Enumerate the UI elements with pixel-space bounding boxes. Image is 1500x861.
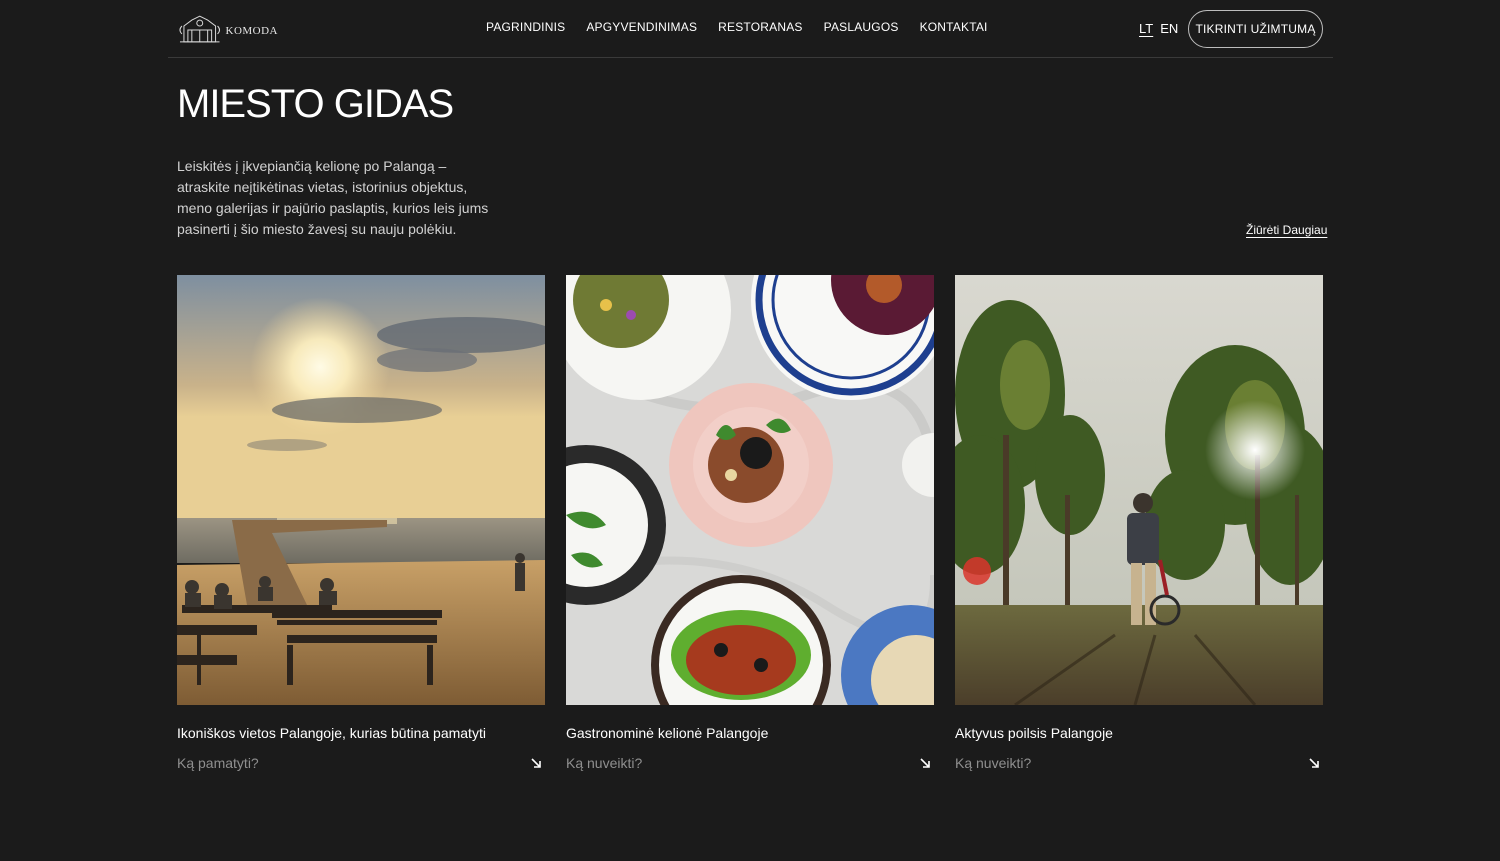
card-link[interactable]: Ką pamatyti? — [177, 755, 259, 771]
nav-item-apgyvendinimas[interactable]: APGYVENDINIMAS — [586, 20, 697, 34]
guide-card[interactable]: Ikoniškos vietos Palangoje, kurias būtin… — [177, 275, 545, 771]
guide-card[interactable]: Aktyvus poilsis Palangoje Ką nuveikti? — [955, 275, 1323, 771]
language-switcher: LT EN — [1139, 21, 1178, 36]
food-plates-image[interactable] — [566, 275, 934, 705]
card-title[interactable]: Gastronominė kelionė Palangoje — [566, 725, 768, 741]
see-more-link[interactable]: Žiūrėti Daugiau — [1246, 223, 1327, 237]
logo-text: KOMODA — [225, 25, 278, 37]
main-nav: PAGRINDINIS APGYVENDINIMAS RESTORANAS PA… — [486, 20, 988, 34]
lang-en[interactable]: EN — [1160, 21, 1178, 36]
card-link[interactable]: Ką nuveikti? — [955, 755, 1031, 771]
check-availability-button[interactable]: TIKRINTI UŽIMTUMĄ — [1188, 10, 1323, 48]
logo[interactable]: KOMODA — [178, 12, 278, 46]
guide-card[interactable]: Gastronominė kelionė Palangoje Ką nuveik… — [566, 275, 934, 771]
page-title: MIESTO GIDAS — [177, 82, 454, 126]
intro-text: Leiskitės į įkvepiančią kelionę po Palan… — [177, 158, 489, 237]
nav-item-pagrindinis[interactable]: PAGRINDINIS — [486, 20, 565, 34]
card-link[interactable]: Ką nuveikti? — [566, 755, 642, 771]
forest-cyclist-image[interactable] — [955, 275, 1323, 705]
card-title[interactable]: Aktyvus poilsis Palangoje — [955, 725, 1113, 741]
arrow-down-right-icon[interactable] — [918, 756, 932, 770]
nav-item-restoranas[interactable]: RESTORANAS — [718, 20, 802, 34]
nav-item-kontaktai[interactable]: KONTAKTAI — [920, 20, 988, 34]
logo-mark-icon — [179, 15, 221, 43]
nav-item-paslaugos[interactable]: PASLAUGOS — [824, 20, 899, 34]
pier-sunset-image[interactable] — [177, 275, 545, 705]
arrow-down-right-icon[interactable] — [529, 756, 543, 770]
arrow-down-right-icon[interactable] — [1307, 756, 1321, 770]
lang-lt[interactable]: LT — [1139, 21, 1153, 36]
site-header: KOMODA PAGRINDINIS APGYVENDINIMAS RESTOR… — [168, 0, 1333, 58]
card-title[interactable]: Ikoniškos vietos Palangoje, kurias būtin… — [177, 725, 486, 741]
